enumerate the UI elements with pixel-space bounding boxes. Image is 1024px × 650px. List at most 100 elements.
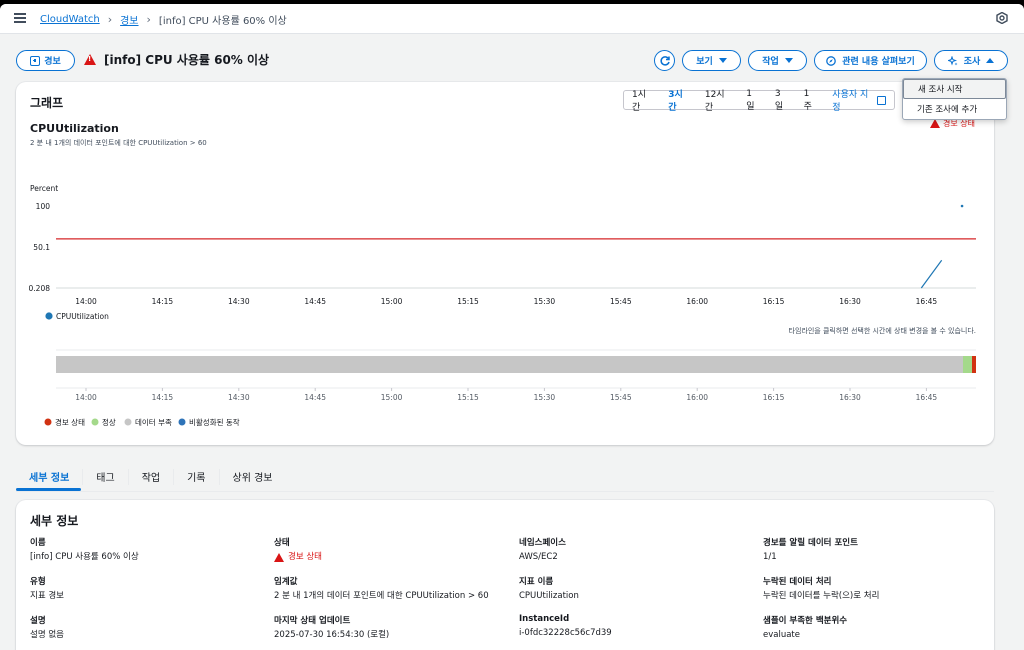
actions-dropdown[interactable]: 작업 — [748, 50, 807, 71]
field-datapoints-to-alarm: 경보를 알릴 데이터 포인트 1/1 — [763, 536, 983, 564]
caret-down-icon — [718, 58, 727, 63]
x-tick-label: 15:00 — [381, 297, 403, 306]
investigate-dropdown[interactable]: 조사 — [934, 50, 1008, 71]
x-tick-label: 14:45 — [304, 297, 326, 306]
detail-tabs: 세부 정보 태그 작업 기록 상위 경보 — [16, 462, 994, 492]
timeline-legend-swatch — [178, 418, 186, 426]
sparkle-icon — [947, 55, 958, 66]
warning-icon — [84, 54, 96, 65]
timeline-tick-label: 15:00 — [381, 393, 403, 402]
breadcrumb-cloudwatch[interactable]: CloudWatch — [40, 14, 100, 25]
graph-panel: 그래프 1시간 3시간 12시간 1일 3일 1주 사용자 지정 CPUUtil… — [16, 82, 994, 445]
field-label: 경보를 알릴 데이터 포인트 — [763, 538, 858, 548]
field-label: 유형 — [30, 576, 46, 587]
breadcrumb: CloudWatch › 경보 › [info] CPU 사용률 60% 이상 — [40, 12, 287, 27]
caret-up-icon — [986, 58, 995, 63]
field-label: 이름 — [30, 538, 46, 548]
timeline-hint: 타임라인을 클릭하면 선택한 시간에 상태 변경을 볼 수 있습니다. — [789, 326, 976, 335]
field-label: 누락된 데이터 처리 — [763, 576, 832, 587]
field-percentiles: 샘플이 부족한 백분위수 evaluate — [763, 614, 983, 642]
tab-history[interactable]: 기록 — [174, 468, 220, 485]
menu-icon[interactable] — [14, 13, 26, 23]
timeline-legend-swatch — [124, 418, 132, 426]
field-instance-id: InstanceId i-0fdc32228c56c7d39 — [519, 614, 739, 640]
details-column-3: 네임스페이스 AWS/EC2 지표 이름 CPUUtilization Inst… — [519, 536, 739, 650]
breadcrumb-alarms[interactable]: 경보 — [120, 12, 138, 27]
legend-label: CPUUtilization — [56, 312, 109, 321]
x-tick-label: 16:15 — [763, 297, 785, 306]
y-tick-label: 50.1 — [33, 243, 50, 252]
x-tick-label: 14:15 — [152, 297, 174, 306]
field-value: AWS/EC2 — [519, 552, 558, 562]
field-threshold: 임계값 2 분 내 1개의 데이터 포인트에 대한 CPUUtilization… — [274, 575, 489, 603]
field-missing-data: 누락된 데이터 처리 누락된 데이터를 누락(으)로 처리 — [763, 575, 983, 603]
timeline-tick-label: 16:45 — [916, 393, 938, 402]
x-tick-label: 14:00 — [75, 297, 97, 306]
menu-item-add-to-investigation[interactable]: 기존 조사에 추가 — [903, 99, 1006, 119]
details-column-4: 경보를 알릴 데이터 포인트 1/1 누락된 데이터 처리 누락된 데이터를 누… — [763, 536, 983, 650]
investigate-label: 조사 — [963, 57, 981, 67]
legend-swatch — [45, 312, 53, 320]
timeline-tick-label: 16:00 — [686, 393, 708, 402]
compass-icon — [826, 55, 837, 66]
field-value: i-0fdc32228c56c7d39 — [519, 627, 612, 638]
x-tick-label: 16:45 — [916, 297, 938, 306]
field-label: 마지막 상태 업데이트 — [274, 615, 351, 626]
header-actions: 보기 작업 관련 내용 살펴보기 조사 — [654, 50, 1008, 71]
timeline-tick-label: 16:30 — [839, 393, 861, 402]
field-description: 설명 설명 없음 — [30, 614, 250, 642]
timeline-legend-label: 정상 — [102, 417, 116, 427]
tab-parent-alarms[interactable]: 상위 경보 — [220, 469, 286, 485]
tab-actions[interactable]: 작업 — [129, 468, 175, 485]
alarm-button[interactable]: 경보 — [16, 50, 75, 71]
tab-tags[interactable]: 태그 — [83, 468, 129, 485]
field-value: evaluate — [763, 629, 800, 640]
x-tick-label: 15:30 — [534, 297, 556, 306]
refresh-button[interactable] — [654, 50, 675, 71]
field-value: 1/1 — [763, 552, 777, 562]
actions-label: 작업 — [762, 57, 779, 67]
data-point — [960, 204, 964, 208]
top-navigation: CloudWatch › 경보 › [info] CPU 사용률 60% 이상 — [0, 4, 1024, 34]
view-label: 보기 — [696, 57, 713, 67]
timeline-tick-label: 14:30 — [228, 393, 250, 402]
timeline-tick-label: 14:15 — [152, 393, 174, 402]
field-value: 2 분 내 1개의 데이터 포인트에 대한 CPUUtilization > 6… — [274, 590, 489, 601]
investigate-menu: 새 조사 시작 기존 조사에 추가 — [902, 78, 1007, 120]
timeline-ok — [963, 356, 972, 373]
timeline-tick-label: 15:30 — [534, 393, 556, 402]
menu-item-new-investigation[interactable]: 새 조사 시작 — [903, 79, 1006, 99]
field-last-update: 마지막 상태 업데이트 2025-07-30 16:54:30 (로컬) — [274, 614, 489, 642]
page-header: 경보 [info] CPU 사용률 60% 이상 보기 작업 — [16, 49, 1008, 75]
settings-hex-icon[interactable] — [996, 12, 1008, 24]
state-value: 경보 상태 — [288, 552, 322, 562]
field-label: 네임스페이스 — [519, 538, 566, 548]
breadcrumb-current: [info] CPU 사용률 60% 이상 — [158, 16, 287, 27]
alarm-button-label: 경보 — [44, 57, 61, 67]
caret-down-icon — [784, 58, 793, 63]
series-line — [920, 259, 943, 289]
field-label: 샘플이 부족한 백분위수 — [763, 615, 848, 626]
timeline-tick-label: 15:45 — [610, 393, 632, 402]
timeline-legend-label: 데이터 부족 — [135, 417, 172, 427]
field-state: 상태 경보 상태 — [274, 536, 489, 564]
field-type: 유형 지표 경보 — [30, 575, 250, 603]
field-label: 임계값 — [274, 576, 298, 587]
field-value: 경보 상태 — [274, 551, 489, 564]
x-tick-label: 16:30 — [839, 297, 861, 306]
field-label: 지표 이름 — [519, 576, 554, 587]
field-value: CPUUtilization — [519, 590, 579, 601]
y-tick-label: 0.208 — [29, 284, 51, 293]
field-value: 설명 없음 — [30, 629, 64, 640]
view-dropdown[interactable]: 보기 — [682, 50, 741, 71]
explore-related-button[interactable]: 관련 내용 살펴보기 — [814, 50, 927, 71]
warning-icon — [274, 552, 284, 562]
field-label: 설명 — [30, 615, 46, 626]
tab-details[interactable]: 세부 정보 — [16, 468, 84, 485]
timeline-tick-label: 14:45 — [304, 393, 326, 402]
field-label: InstanceId — [519, 613, 570, 624]
timeline-insufficient — [56, 356, 963, 373]
timeline-tick-label: 16:15 — [763, 393, 785, 402]
field-namespace: 네임스페이스 AWS/EC2 — [519, 536, 739, 564]
metric-chart[interactable]: Percent 100 50.1 0.208 14:00 14:15 14:30 14:45 1… — [16, 82, 994, 445]
